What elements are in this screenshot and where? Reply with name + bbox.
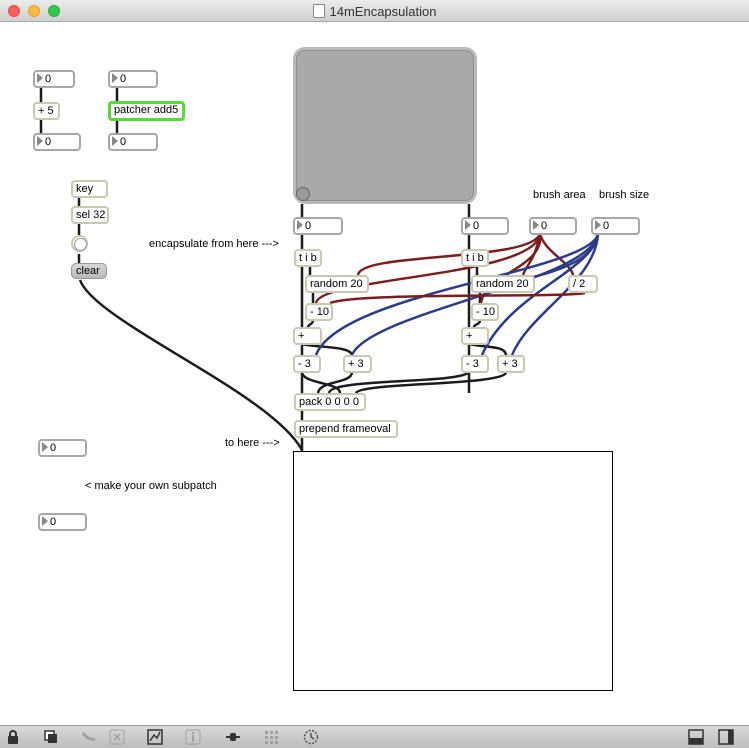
number-box-b-out[interactable]: 0 <box>108 133 158 151</box>
number-box-a-out[interactable]: 0 <box>33 133 81 151</box>
t-i-b-right[interactable]: t i b <box>461 249 489 267</box>
brush-size-comment: brush size <box>599 189 650 201</box>
info-icon[interactable] <box>184 729 202 745</box>
sel-32-object[interactable]: sel 32 <box>71 206 109 224</box>
t-i-b-left[interactable]: t i b <box>294 249 322 267</box>
clock-icon[interactable] <box>302 729 320 745</box>
minus-3-left[interactable]: - 3 <box>293 355 321 373</box>
to-here-comment: to here ---> <box>225 437 280 449</box>
slider-icon[interactable] <box>224 729 242 745</box>
pad-handle-icon <box>296 187 310 201</box>
lock-icon[interactable] <box>4 729 22 745</box>
number-box-subpatch-out[interactable]: 0 <box>38 513 87 531</box>
bang-button[interactable] <box>71 235 88 252</box>
inspector-icon[interactable] <box>146 729 164 745</box>
plus-3-right[interactable]: + 3 <box>497 355 525 373</box>
minus-10-right[interactable]: - 10 <box>471 303 499 321</box>
plus-5-object[interactable]: + 5 <box>33 102 60 120</box>
xy-pad[interactable] <box>293 47 477 204</box>
title-bar: 14mEncapsulation <box>0 0 749 22</box>
document-icon <box>312 4 325 18</box>
brush-area-number-box[interactable]: 0 <box>529 217 577 235</box>
triangle-icon <box>112 73 118 83</box>
divide-2-object[interactable]: / 2 <box>568 275 598 293</box>
lcd-drawing-canvas[interactable] <box>293 451 613 691</box>
plus-right[interactable]: + <box>461 327 489 345</box>
triangle-icon <box>42 442 48 452</box>
sidebar-icon[interactable] <box>717 729 735 745</box>
subpatch-comment: < make your own subpatch <box>85 480 217 492</box>
triangle-icon <box>37 73 43 83</box>
bottom-toolbar <box>0 725 749 748</box>
number-box-x[interactable]: 0 <box>293 217 343 235</box>
triangle-icon <box>465 220 471 230</box>
prepend-frameoval-object[interactable]: prepend frameoval <box>294 420 398 438</box>
brush-size-number-box[interactable]: 0 <box>591 217 640 235</box>
triangle-icon <box>533 220 539 230</box>
triangle-icon <box>37 136 43 146</box>
encapsulate-comment: encapsulate from here ---> <box>149 238 279 250</box>
number-box-y[interactable]: 0 <box>461 217 509 235</box>
number-box-b-in[interactable]: 0 <box>108 70 158 88</box>
delete-icon[interactable] <box>108 729 126 745</box>
window-title: 14mEncapsulation <box>0 4 749 19</box>
grid-icon[interactable] <box>262 729 280 745</box>
patcher-add5-object[interactable]: patcher add5 <box>108 101 185 121</box>
triangle-icon <box>42 516 48 526</box>
triangle-icon <box>297 220 303 230</box>
triangle-icon <box>595 220 601 230</box>
new-object-icon[interactable] <box>42 729 60 745</box>
random-20-left[interactable]: random 20 <box>305 275 369 293</box>
triangle-icon <box>112 136 118 146</box>
key-object[interactable]: key <box>71 180 108 198</box>
number-box-a-in[interactable]: 0 <box>33 70 75 88</box>
pack-object[interactable]: pack 0 0 0 0 <box>294 393 366 411</box>
brush-area-comment: brush area <box>533 189 586 201</box>
plus-left[interactable]: + <box>293 327 322 345</box>
number-box-subpatch-in[interactable]: 0 <box>38 439 87 457</box>
minus-3-right[interactable]: - 3 <box>461 355 489 373</box>
patcher-canvas[interactable]: 0 + 5 0 0 patcher add5 0 key sel 32 clea… <box>0 22 749 725</box>
clear-message[interactable]: clear <box>71 263 107 279</box>
plus-3-left[interactable]: + 3 <box>343 355 372 373</box>
minus-10-left[interactable]: - 10 <box>305 303 333 321</box>
patch-cords-icon[interactable] <box>80 729 98 745</box>
split-view-icon[interactable] <box>687 729 705 745</box>
random-20-right[interactable]: random 20 <box>471 275 535 293</box>
